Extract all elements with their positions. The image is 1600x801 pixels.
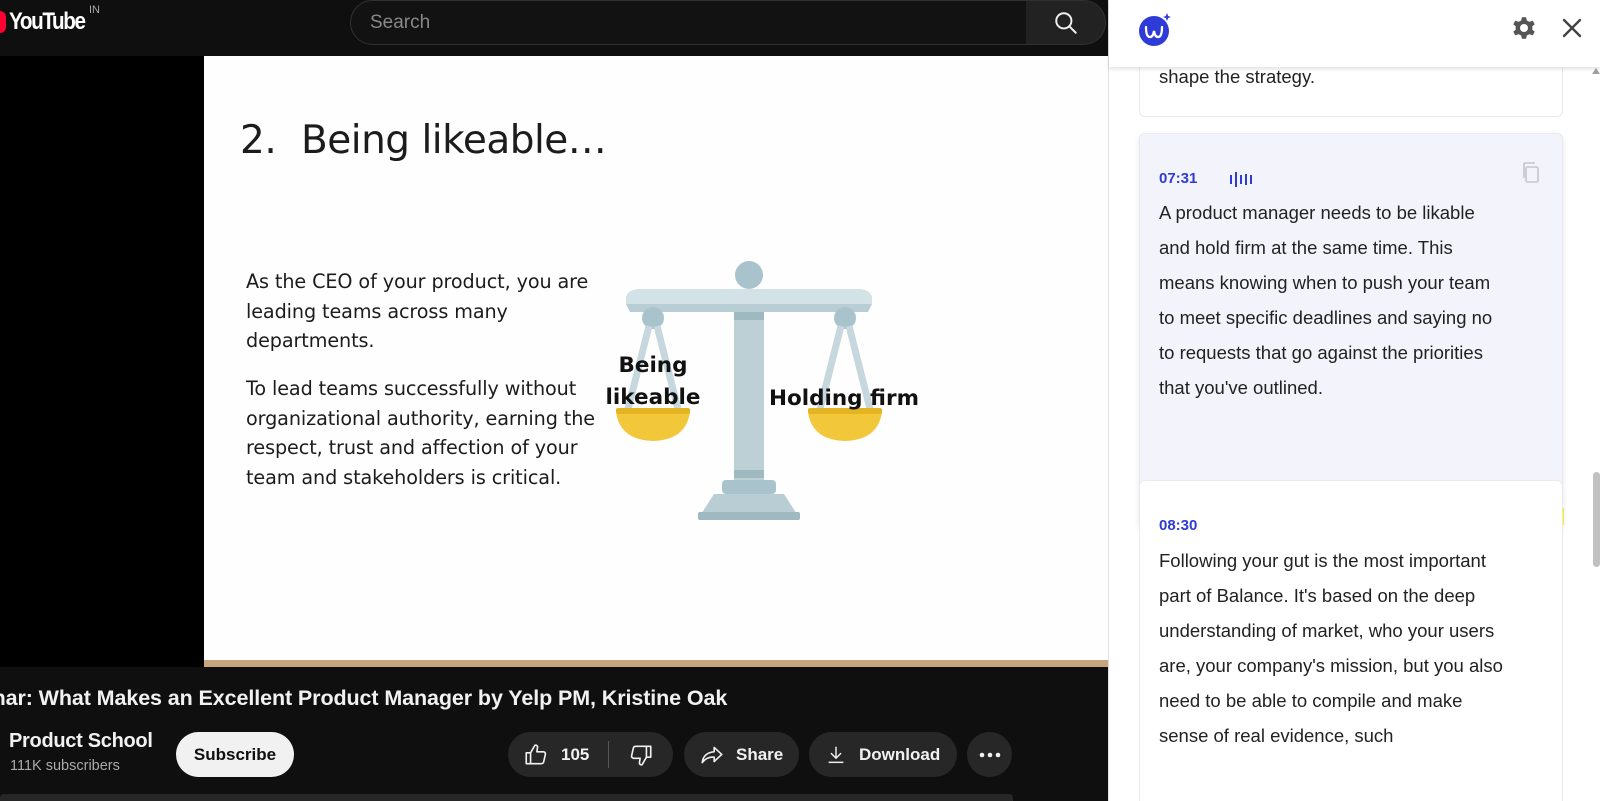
search-input[interactable] bbox=[351, 1, 1026, 44]
like-count: 105 bbox=[561, 744, 590, 764]
copy-icon[interactable] bbox=[1520, 161, 1542, 185]
transcript-card-active[interactable]: 07:31 A product manager needs to be lika… bbox=[1139, 133, 1564, 529]
presentation-slide: 2. Being likeable… As the CEO of your pro… bbox=[204, 56, 1108, 660]
share-arrow-icon bbox=[701, 746, 723, 763]
thumbs-up-icon bbox=[525, 743, 547, 764]
slide-title-text: Being likeable… bbox=[301, 118, 607, 163]
share-button[interactable]: Share bbox=[684, 732, 799, 777]
transcript-card-text: A product manager needs to be likable an… bbox=[1159, 202, 1493, 398]
like-button[interactable]: 105 bbox=[508, 742, 608, 768]
slide-paragraph-2: To lead teams successfully without organ… bbox=[246, 377, 595, 489]
subscribe-button[interactable]: Subscribe bbox=[176, 732, 294, 777]
scale-left-label-line2: likeable bbox=[605, 385, 701, 410]
scroll-up-arrow-icon[interactable] bbox=[1592, 68, 1600, 74]
more-actions-button[interactable] bbox=[967, 732, 1012, 777]
balance-scale-illustration: Being likeable Holding firm bbox=[606, 254, 946, 544]
slide-bottom-bar bbox=[204, 660, 1108, 667]
page: YouTube IN 2. Being likeable… As the CEO … bbox=[0, 0, 1600, 801]
transcript-timestamp[interactable]: 08:30 bbox=[1159, 517, 1197, 534]
transcript-card-next[interactable]: 08:30 Following your gut is the most imp… bbox=[1139, 480, 1563, 801]
dislike-button[interactable] bbox=[609, 742, 673, 768]
video-details: Webinar: What Makes an Excellent Product… bbox=[0, 667, 1108, 801]
transcript-side-panel: shape the strategy. 07:31 A product mana… bbox=[1108, 0, 1600, 801]
subscribe-label: Subscribe bbox=[193, 744, 277, 764]
description-box-edge bbox=[0, 794, 1013, 801]
share-label: Share bbox=[736, 744, 784, 764]
panel-scrollbar-thumb[interactable] bbox=[1593, 472, 1600, 567]
search-box bbox=[350, 0, 1027, 45]
video-title: Webinar: What Makes an Excellent Product… bbox=[0, 686, 728, 710]
more-horizontal-icon bbox=[979, 752, 1000, 757]
panel-header bbox=[1109, 0, 1600, 67]
youtube-play-logo-icon bbox=[0, 11, 6, 33]
youtube-logo[interactable]: YouTube bbox=[0, 8, 97, 35]
extension-logo-icon[interactable] bbox=[1137, 11, 1173, 47]
panel-scrollbar-track[interactable] bbox=[1591, 67, 1600, 801]
transcript-card-text: shape the strategy. bbox=[1159, 67, 1315, 87]
thumbs-down-icon bbox=[630, 745, 652, 766]
youtube-topbar: YouTube IN bbox=[0, 0, 1108, 56]
like-dislike-group: 105 bbox=[508, 732, 673, 777]
transcript-timestamp[interactable]: 07:31 bbox=[1159, 170, 1197, 187]
audio-wave-icon bbox=[1230, 172, 1252, 187]
channel-name[interactable]: Product School bbox=[9, 730, 153, 753]
transcript-card-previous[interactable]: shape the strategy. bbox=[1139, 67, 1563, 117]
youtube-logo-text: YouTube bbox=[9, 8, 86, 35]
slide-paragraph-1: As the CEO of your product, you are lead… bbox=[246, 270, 589, 352]
transcript-card-text: Following your gut is the most important… bbox=[1159, 550, 1503, 746]
download-label: Download bbox=[859, 744, 941, 764]
scale-left-label-line1: Being bbox=[618, 353, 688, 378]
transcript-list[interactable]: shape the strategy. 07:31 A product mana… bbox=[1109, 67, 1600, 801]
scale-right-label: Holding firm bbox=[768, 386, 920, 411]
close-icon[interactable] bbox=[1556, 12, 1588, 44]
slide-title-number: 2. bbox=[240, 118, 277, 163]
search-button[interactable] bbox=[1026, 0, 1106, 45]
scale-left-label: Being likeable bbox=[598, 350, 708, 414]
video-player[interactable]: 2. Being likeable… As the CEO of your pro… bbox=[0, 56, 1108, 667]
gear-icon[interactable] bbox=[1509, 13, 1539, 43]
download-button[interactable]: Download bbox=[809, 732, 957, 777]
slide-title: 2. Being likeable… bbox=[240, 118, 607, 163]
download-icon bbox=[828, 746, 844, 763]
subscriber-count: 111K subscribers bbox=[10, 758, 120, 774]
country-code: IN bbox=[89, 4, 100, 16]
search-icon bbox=[1054, 11, 1077, 34]
